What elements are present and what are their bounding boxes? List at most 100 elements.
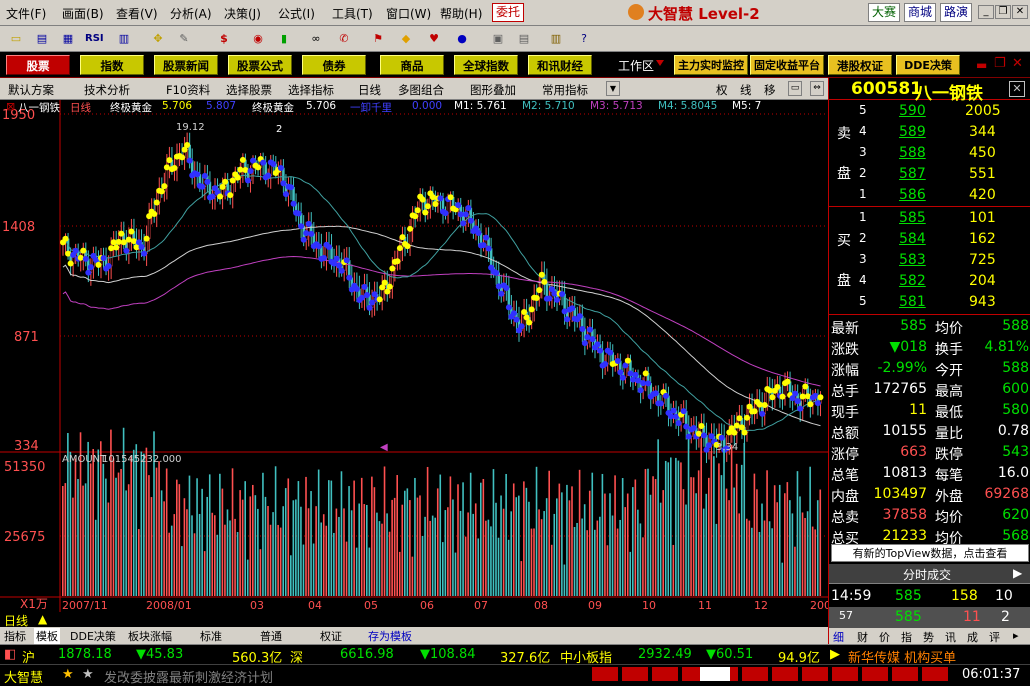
nav-index[interactable]: 指数 bbox=[80, 55, 144, 75]
kline-chart-area[interactable]: 1950 1408 871 334 51350 25675 X1万 AMOUNT… bbox=[0, 100, 856, 612]
tab-dde[interactable]: DDE决策 bbox=[70, 628, 116, 644]
kline-svg[interactable]: 1950 1408 871 334 51350 25675 X1万 AMOUNT… bbox=[0, 100, 828, 612]
nav-dde[interactable]: DDE决策 bbox=[896, 55, 960, 75]
tab-standard[interactable]: 标准 bbox=[200, 628, 222, 644]
bars-icon[interactable]: ▮ bbox=[274, 29, 294, 48]
tab-indicator[interactable]: 指标 bbox=[4, 628, 26, 644]
nav-commodity[interactable]: 商品 bbox=[380, 55, 444, 75]
nav-stock-news[interactable]: 股票新闻 bbox=[154, 55, 218, 75]
legend-close-icon[interactable]: ⊠ bbox=[6, 100, 15, 113]
restore-icon[interactable]: ❐ bbox=[995, 5, 1011, 19]
monitor-icon[interactable]: ▣ bbox=[488, 29, 508, 48]
books-icon[interactable]: ▥ bbox=[546, 29, 566, 48]
tick-expand-icon[interactable]: ▶ bbox=[1013, 566, 1022, 580]
mall-button[interactable]: 商城 bbox=[904, 3, 936, 22]
buy-row[interactable]: 3 583 725 bbox=[829, 250, 1030, 271]
nav-marker-icon[interactable]: ◀ bbox=[380, 442, 388, 453]
signal-icon[interactable]: ◉ bbox=[248, 29, 268, 48]
sell-row[interactable]: 1 586 420 bbox=[829, 185, 1030, 206]
sell-row[interactable]: 2 587 551 bbox=[829, 164, 1030, 185]
sub-f10[interactable]: F10资料 bbox=[166, 82, 210, 98]
buy-row[interactable]: 5 581 943 bbox=[829, 292, 1030, 313]
buy-row[interactable]: 2 584 162 bbox=[829, 229, 1030, 250]
rsi-icon[interactable]: RSI bbox=[84, 29, 104, 48]
alarm-icon[interactable]: ✆ bbox=[334, 29, 354, 48]
nav-hk-warrant[interactable]: 港股权证 bbox=[828, 55, 892, 75]
menu-decision[interactable]: 决策(J) bbox=[224, 5, 261, 22]
topview-notice[interactable]: 有新的TopView数据，点击查看 bbox=[831, 544, 1029, 562]
menu-analysis[interactable]: 分析(A) bbox=[170, 5, 212, 22]
tab-template[interactable]: 模板 bbox=[34, 628, 60, 644]
sub-tech-analysis[interactable]: 技术分析 bbox=[84, 82, 130, 98]
sub-rights[interactable]: 权 bbox=[716, 82, 728, 98]
rtab-detail[interactable]: 细 bbox=[833, 629, 844, 645]
grid-icon[interactable]: ▥ bbox=[114, 29, 134, 48]
menu-window[interactable]: 窗口(W) bbox=[386, 5, 431, 22]
panel-close-icon[interactable]: ✕ bbox=[1012, 56, 1023, 71]
rtab-index[interactable]: 指 bbox=[901, 629, 912, 645]
tab-warrant[interactable]: 权证 bbox=[320, 628, 342, 644]
menu-tools[interactable]: 工具(T) bbox=[332, 5, 373, 22]
nav-global-index[interactable]: 全球指数 bbox=[454, 55, 518, 75]
panel-minimize-icon[interactable]: ▬ bbox=[976, 58, 987, 72]
sell-row[interactable]: 4 589 344 bbox=[829, 122, 1030, 143]
rtab-finance[interactable]: 财 bbox=[857, 629, 868, 645]
nav-stock[interactable]: 股票 bbox=[6, 55, 70, 75]
sub-daily[interactable]: 日线 bbox=[358, 82, 381, 98]
nav-main-force[interactable]: 主力实时监控 bbox=[674, 55, 748, 75]
sub-line[interactable]: 线 bbox=[740, 82, 752, 98]
globe-icon[interactable]: ● bbox=[452, 29, 472, 48]
menu-formula[interactable]: 公式(I) bbox=[278, 5, 315, 22]
expand-icon[interactable]: ⇔ bbox=[810, 81, 824, 96]
roadshow-button[interactable]: 路演 bbox=[940, 3, 972, 22]
rtab-price[interactable]: 价 bbox=[879, 629, 890, 645]
sub-move[interactable]: 移 bbox=[764, 82, 776, 98]
sub-overlay[interactable]: 图形叠加 bbox=[470, 82, 516, 98]
chart-window-icon[interactable]: ▤ bbox=[32, 29, 52, 48]
workspace-label[interactable]: 工作区 bbox=[600, 56, 672, 76]
dropdown-icon[interactable]: ▼ bbox=[606, 81, 620, 96]
crosshair-icon[interactable]: ✥ bbox=[148, 29, 168, 48]
buy-row[interactable]: 1 585 101 bbox=[829, 208, 1030, 229]
rtab-deal[interactable]: 成 bbox=[967, 629, 978, 645]
pencil-icon[interactable]: ✎ bbox=[174, 29, 194, 48]
minimize-icon[interactable]: _ bbox=[978, 5, 994, 19]
menu-view[interactable]: 查看(V) bbox=[116, 5, 158, 22]
sub-select-stock[interactable]: 选择股票 bbox=[226, 82, 272, 98]
rtab-more-icon[interactable]: ▸ bbox=[1013, 629, 1019, 642]
menu-file[interactable]: 文件(F) bbox=[6, 5, 46, 22]
window-icon[interactable]: ▭ bbox=[788, 81, 802, 96]
menu-help[interactable]: 帮助(H) bbox=[440, 5, 482, 22]
period-arrow-icon[interactable]: ▲ bbox=[38, 612, 47, 626]
tab-save-template[interactable]: 存为模板 bbox=[368, 628, 412, 644]
sell-row[interactable]: 5 590 2005 bbox=[829, 101, 1030, 122]
entrust-button[interactable]: 委托 bbox=[492, 3, 524, 22]
rtab-review[interactable]: 评 bbox=[989, 629, 1000, 645]
menu-screen[interactable]: 画面(B) bbox=[62, 5, 104, 22]
buy-row[interactable]: 4 582 204 bbox=[829, 271, 1030, 292]
panel-close-icon[interactable]: ✕ bbox=[1009, 81, 1025, 97]
binoculars-icon[interactable]: ∞ bbox=[306, 29, 326, 48]
tab-normal[interactable]: 普通 bbox=[260, 628, 282, 644]
nav-bond[interactable]: 债券 bbox=[302, 55, 366, 75]
workspace-arrow-icon[interactable] bbox=[656, 60, 664, 66]
ticker-message[interactable]: 发改委披露最新刺激经济计划 bbox=[104, 667, 273, 686]
help-cursor-icon[interactable]: ? bbox=[574, 29, 594, 48]
panel-restore-icon[interactable]: ❐ bbox=[994, 56, 1006, 71]
heart-icon[interactable]: ♥ bbox=[424, 29, 444, 48]
rtab-trend[interactable]: 势 bbox=[923, 629, 934, 645]
contest-button[interactable]: 大赛 bbox=[868, 3, 900, 22]
nav-hexun[interactable]: 和讯财经 bbox=[528, 55, 592, 75]
open-folder-icon[interactable]: ▭ bbox=[6, 29, 26, 48]
flag-icon[interactable]: ⚑ bbox=[368, 29, 388, 48]
nav-stock-formula[interactable]: 股票公式 bbox=[228, 55, 292, 75]
print-icon[interactable]: ▤ bbox=[514, 29, 534, 48]
tab-sector-rise[interactable]: 板块涨幅 bbox=[128, 628, 172, 644]
close-icon[interactable]: ✕ bbox=[1012, 5, 1028, 19]
sell-row[interactable]: 3 588 450 bbox=[829, 143, 1030, 164]
diamond-icon[interactable]: ◆ bbox=[396, 29, 416, 48]
rtab-news[interactable]: 讯 bbox=[945, 629, 956, 645]
sub-default-scheme[interactable]: 默认方案 bbox=[8, 82, 54, 98]
sub-common-indicator[interactable]: 常用指标 bbox=[542, 82, 588, 98]
dollar-icon[interactable]: $ bbox=[214, 29, 234, 48]
